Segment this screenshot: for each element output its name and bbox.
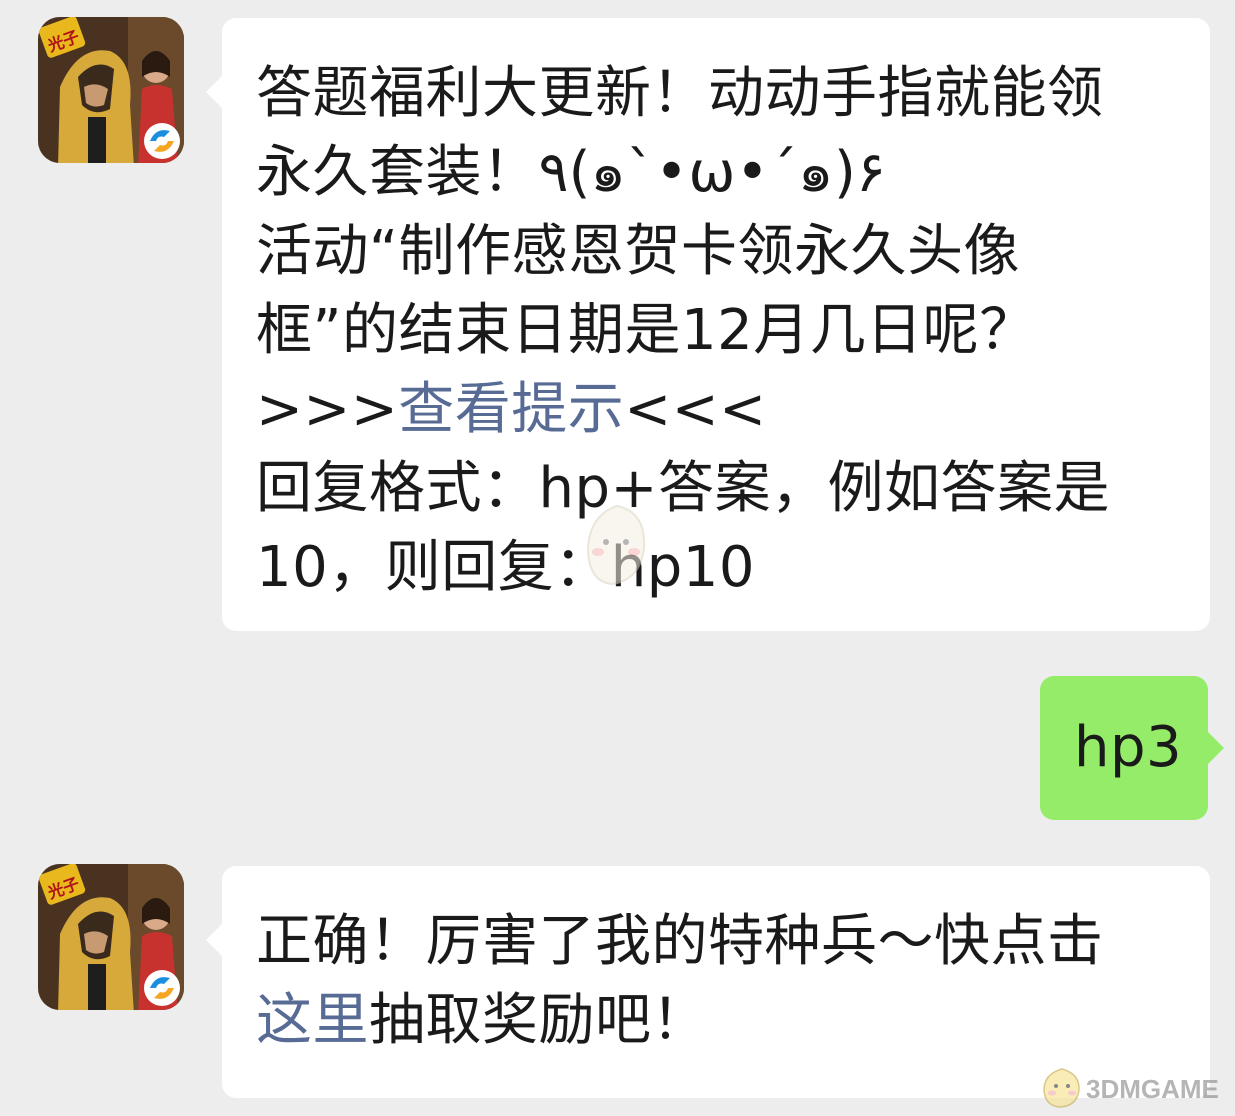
- mascot-watermark-icon: [586, 504, 646, 586]
- sender-avatar[interactable]: 光子: [38, 864, 184, 1010]
- game-character-icon: 光子: [38, 864, 184, 1010]
- hint-prefix: >>>: [256, 377, 399, 442]
- reply-text: hp3: [1074, 715, 1183, 780]
- view-hint-link[interactable]: 查看提示: [398, 377, 624, 442]
- message-text-line: 正确！厉害了我的特种兵～快点击: [256, 909, 1104, 974]
- hint-suffix: <<<: [624, 377, 767, 442]
- message-text-line: 10，则回复：hp10: [256, 535, 756, 600]
- watermark-text: 3DMGAME: [1086, 1074, 1219, 1104]
- message-text-line: 永久套装！٩(๑`•ω•´๑)۶: [256, 140, 886, 205]
- message-text-line: 这里抽取奖励吧！: [256, 981, 1104, 1060]
- mascot-logo-icon: [1043, 1068, 1080, 1108]
- message-text-line: 答题福利大更新！动动手指就能领: [256, 61, 1104, 126]
- here-link[interactable]: 这里: [256, 988, 369, 1053]
- hint-line: >>>查看提示<<<: [256, 370, 1110, 449]
- message-text-line: 活动“制作感恩贺卡领永久头像: [256, 219, 1021, 284]
- incoming-message-result: 正确！厉害了我的特种兵～快点击 这里抽取奖励吧！: [206, 866, 1210, 1098]
- message-text-line: 回复格式：hp+答案，例如答案是: [256, 456, 1110, 521]
- outgoing-message-reply: hp3: [1040, 676, 1224, 820]
- watermark: 3DMGAME: [1040, 1066, 1230, 1110]
- game-character-icon: 光子: [38, 17, 184, 163]
- sender-avatar[interactable]: 光子: [38, 17, 184, 163]
- message-text-line: 框”的结束日期是12月几日呢？: [256, 298, 1036, 363]
- message-text-fragment: 抽取奖励吧！: [369, 988, 708, 1053]
- incoming-message-question: 答题福利大更新！动动手指就能领 永久套装！٩(๑`•ω•´๑)۶ 活动“制作感恩…: [206, 18, 1210, 631]
